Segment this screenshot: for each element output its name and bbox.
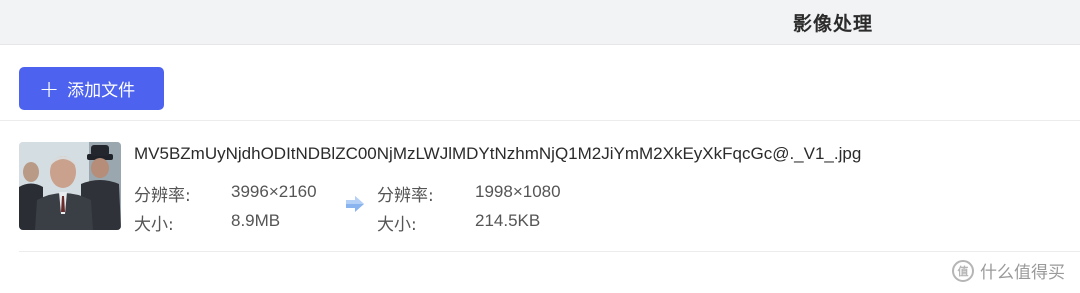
app-header: 影像处理 xyxy=(0,0,1080,45)
file-thumbnail xyxy=(19,142,121,230)
file-name: MV5BZmUyNjdhODItNDBlZC00NjMzLWJlMDYtNzhm… xyxy=(134,144,862,163)
add-file-button[interactable]: + 添加文件 xyxy=(19,67,164,110)
original-resolution-value: 3996×2160 xyxy=(231,182,317,201)
add-file-label: 添加文件 xyxy=(67,81,136,101)
divider xyxy=(19,251,1080,252)
processed-resolution-value: 1998×1080 xyxy=(475,182,561,201)
plus-icon: + xyxy=(39,74,60,103)
watermark-text: 什么值得买 xyxy=(980,263,1065,283)
original-size-label: 大小: xyxy=(134,215,174,235)
original-resolution-label: 分辨率: xyxy=(134,186,191,206)
arrow-right-icon xyxy=(344,195,366,213)
original-size-value: 8.9MB xyxy=(231,211,281,230)
processed-resolution-label: 分辨率: xyxy=(377,186,434,206)
watermark: 值 什么值得买 xyxy=(952,258,1065,283)
processed-size-label: 大小: xyxy=(377,215,417,235)
watermark-logo-icon: 值 xyxy=(952,259,974,282)
divider xyxy=(0,120,1080,121)
page-title: 影像处理 xyxy=(793,13,874,35)
processed-size-value: 214.5KB xyxy=(475,211,541,230)
